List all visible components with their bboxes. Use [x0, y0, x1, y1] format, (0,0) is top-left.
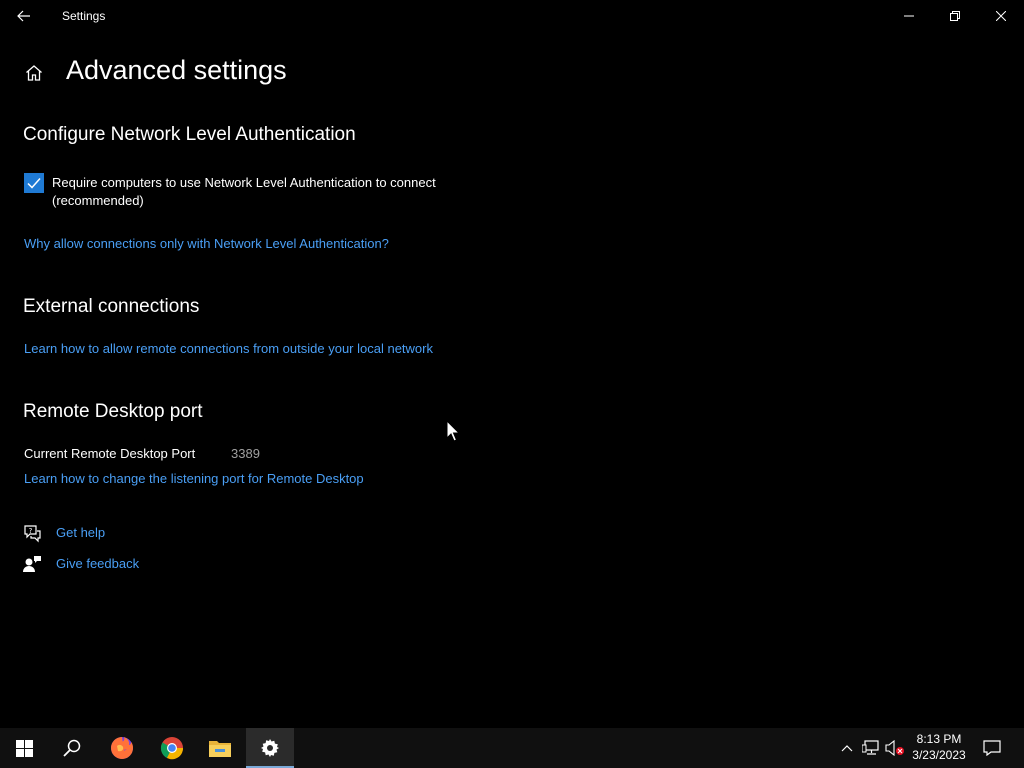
back-arrow-icon	[17, 10, 30, 22]
nla-info-link[interactable]: Why allow connections only with Network …	[24, 236, 389, 251]
home-button[interactable]	[20, 58, 48, 88]
clock-time: 8:13 PM	[916, 732, 962, 746]
taskbar-chrome[interactable]	[148, 728, 196, 768]
back-button[interactable]	[6, 2, 42, 30]
nla-checkbox-label[interactable]: Require computers to use Network Level A…	[52, 174, 492, 210]
close-button[interactable]	[978, 0, 1024, 32]
port-value: 3389	[231, 446, 260, 461]
nla-section-title: Configure Network Level Authentication	[23, 124, 356, 145]
volume-tray-button[interactable]	[884, 728, 906, 768]
notification-icon	[983, 740, 1001, 756]
remote-desktop-port-title: Remote Desktop port	[23, 401, 203, 422]
action-center-button[interactable]	[978, 728, 1006, 768]
volume-muted-icon	[885, 740, 904, 756]
firefox-icon	[111, 737, 133, 759]
chevron-up-icon	[841, 745, 853, 752]
change-port-link[interactable]: Learn how to change the listening port f…	[24, 471, 364, 486]
settings-window: Settings Advanced settings Configure Net…	[0, 0, 1024, 728]
window-title: Settings	[62, 9, 106, 23]
nla-checkbox[interactable]	[24, 173, 44, 193]
home-icon	[26, 65, 42, 81]
file-explorer-icon	[209, 741, 231, 757]
svg-text:?: ?	[29, 527, 33, 535]
network-icon	[862, 740, 879, 755]
mouse-cursor-icon	[446, 420, 460, 442]
restore-icon	[950, 11, 960, 21]
external-connections-link[interactable]: Learn how to allow remote connections fr…	[24, 341, 433, 356]
start-button[interactable]	[0, 728, 48, 768]
restore-button[interactable]	[932, 0, 978, 32]
search-icon	[63, 739, 81, 757]
title-bar: Settings	[0, 0, 1024, 32]
chrome-icon	[160, 737, 184, 760]
get-help-icon: ?	[24, 525, 41, 543]
show-hidden-icons-button[interactable]	[836, 728, 858, 768]
taskbar-search-button[interactable]	[48, 728, 96, 768]
windows-logo-icon	[15, 739, 33, 757]
page-title: Advanced settings	[66, 55, 287, 85]
taskbar-file-explorer[interactable]	[196, 728, 244, 768]
get-help-link[interactable]: Get help	[56, 525, 105, 540]
checkmark-icon	[27, 178, 41, 189]
network-tray-button[interactable]	[860, 728, 882, 768]
clock-date: 3/23/2023	[912, 748, 966, 762]
give-feedback-icon	[23, 556, 41, 572]
minimize-icon	[904, 15, 914, 17]
close-icon	[996, 11, 1006, 21]
taskbar-clock[interactable]: 8:13 PM 3/23/2023	[908, 731, 970, 763]
minimize-button[interactable]	[886, 0, 932, 32]
external-connections-title: External connections	[23, 296, 200, 317]
settings-icon	[261, 739, 279, 757]
taskbar-settings[interactable]	[246, 728, 294, 768]
port-label: Current Remote Desktop Port	[24, 446, 196, 461]
give-feedback-link[interactable]: Give feedback	[56, 556, 139, 571]
taskbar: 8:13 PM 3/23/2023	[0, 728, 1024, 768]
taskbar-firefox[interactable]	[98, 728, 146, 768]
